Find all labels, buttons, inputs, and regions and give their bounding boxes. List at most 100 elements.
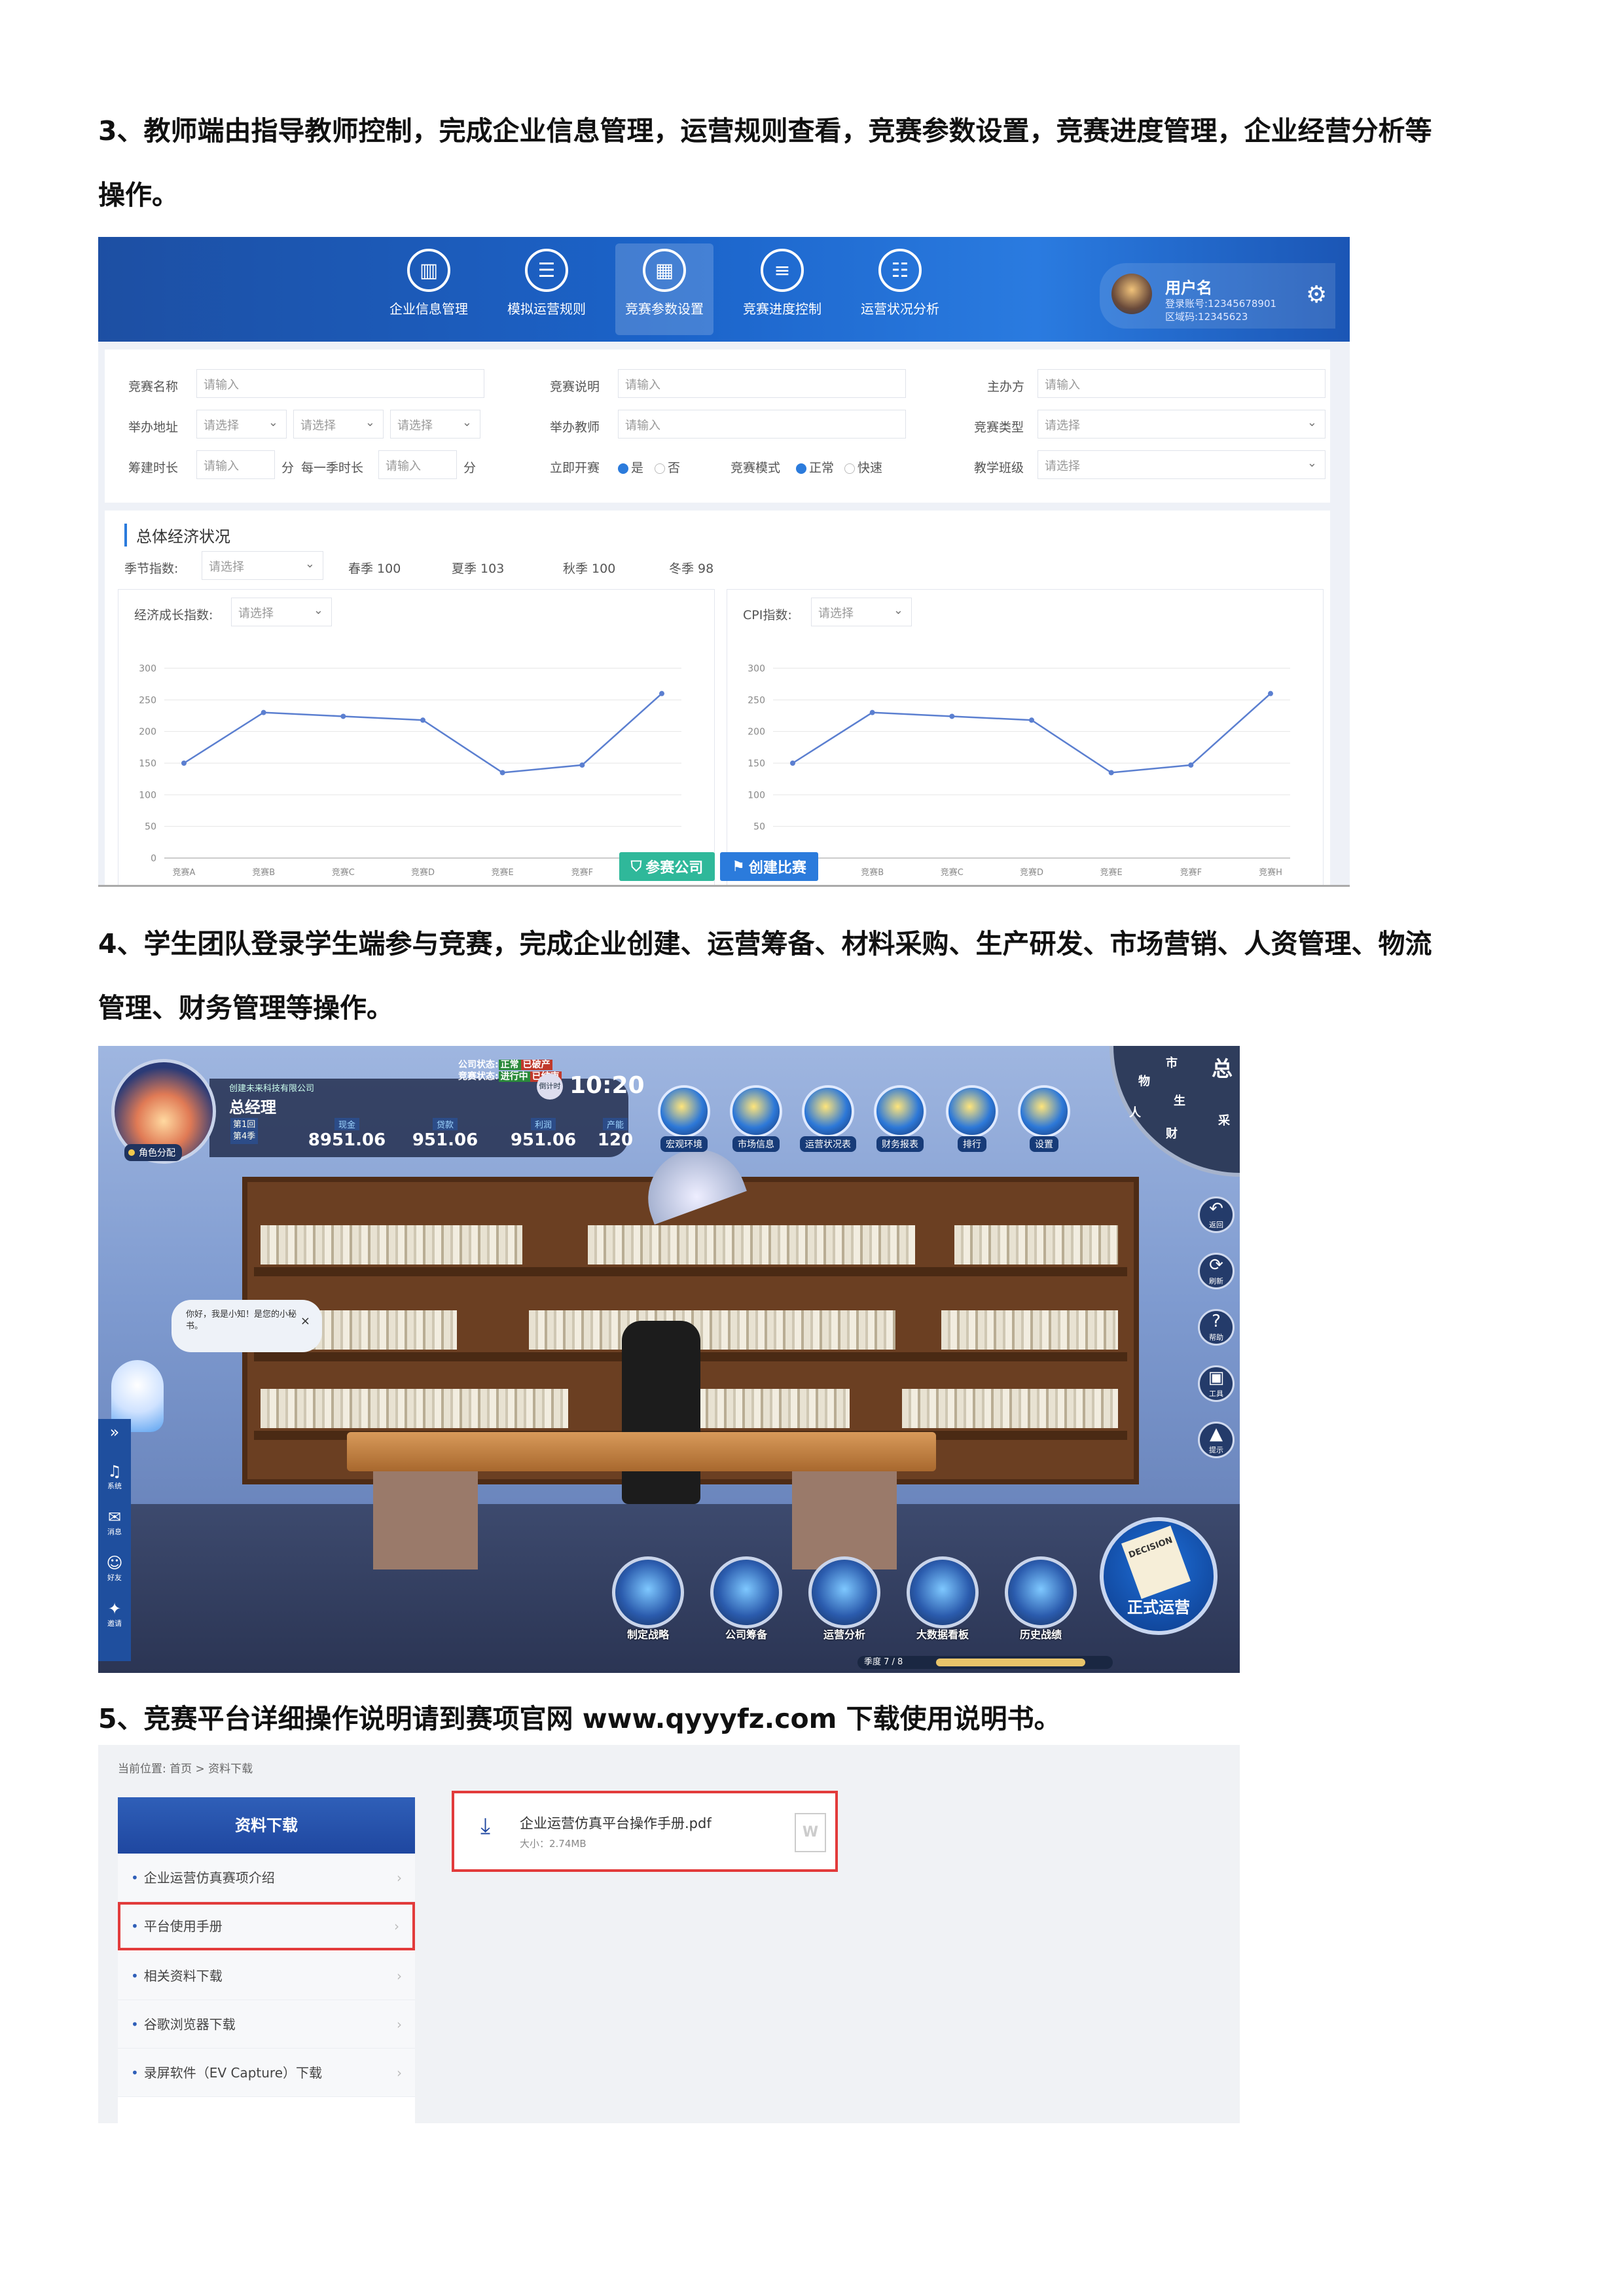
help-button[interactable]: ? 帮助 [1198,1309,1235,1346]
field-label: 筹建时长 [128,461,179,475]
class-select[interactable]: 请选择 ⌄ [1038,450,1326,479]
mode-fast-radio[interactable]: 快速 [844,458,882,476]
paragraph-3-line1: 3、教师端由指导教师控制，完成企业信息管理，运营规则查看，竞赛参数设置，竞赛进度… [98,115,1432,147]
dial-logistics[interactable]: 物 [1138,1072,1150,1089]
teacher-input[interactable]: 请输入 [618,410,906,439]
cpi-index-select[interactable]: 请选择 ⌄ [811,598,912,626]
stat-cash: 现金 8951.06 [308,1118,386,1150]
globe-icon [658,1085,710,1138]
ranking-button[interactable]: 排行 [936,1085,1008,1152]
market-info-button[interactable]: 市场信息 [720,1085,792,1152]
growth-panel: 经济成长指数: 请选择 ⌄ 0 50 100 150 200 250 300 竞赛A 竞赛B 竞赛C… [118,589,715,885]
competition-name-input[interactable]: 请输入 [196,369,484,398]
start-yes-radio[interactable]: 是 [618,458,643,476]
dial-market[interactable]: 市 [1166,1054,1178,1071]
back-button[interactable]: ↶ 返回 [1198,1196,1235,1233]
operation-report-button[interactable]: 运营状况表 [792,1085,864,1152]
download-sidebar: 资料下载 • 企业运营仿真赛项介绍 › • 平台使用手册 › • 相关资料下载 › • 谷歌浏… [118,1797,415,2123]
operation-analysis-button[interactable]: 运营分析 [805,1556,884,1641]
bigdata-board-button[interactable]: 大数据看板 [903,1556,982,1641]
message-button[interactable]: ✉ 消息 [98,1508,131,1537]
bell-icon: ♫ [107,1462,122,1480]
history-button[interactable]: 历史战绩 [1001,1556,1080,1641]
cpi-panel: CPI指数: 请选择⌄ 050100150200250300竞赛A竞赛B竞赛C竞… [727,589,1324,885]
finance-report-button[interactable]: 财务报表 [864,1085,936,1152]
invite-icon: ✦ [107,1600,122,1618]
unit-label: 分 [281,461,295,475]
settings-button[interactable]: 设置 [1008,1085,1080,1152]
dial-purchase[interactable]: 采 [1218,1111,1230,1128]
nav-params[interactable]: ▦ 竞赛参数设置 [615,243,713,335]
warning-icon: ▲ [1210,1424,1223,1444]
sidebar-item-recorder[interactable]: • 录屏软件（EV Capture）下载 › [118,2049,415,2097]
dial-finance[interactable]: 财 [1166,1124,1178,1141]
season-duration-input[interactable]: 请输入 [378,450,457,479]
word-file-icon: W [795,1813,826,1852]
field-label: 竞赛说明 [550,380,600,394]
nav-analysis[interactable]: ☷ 运营状况分析 [851,243,949,335]
macro-env-button[interactable]: 宏观环境 [648,1085,720,1152]
y-tick-label: 300 [139,664,156,674]
growth-index-select[interactable]: 请选择 ⌄ [231,598,332,626]
competition-type-select[interactable]: 请选择 ⌄ [1038,410,1326,439]
file-card[interactable]: ⤓ 企业运营仿真平台操作手册.pdf 大小：2.74MB W [452,1791,838,1872]
stat-capacity: 产能 120 [589,1118,641,1150]
gear-icon[interactable]: ⚙ [1306,281,1327,308]
office-chair [622,1321,700,1504]
close-icon[interactable]: × [300,1316,310,1327]
x-tick-label: 竞赛H [1259,867,1282,878]
company-prep-button[interactable]: 公司筹备 [707,1556,785,1641]
dial-general[interactable]: 总 [1212,1052,1233,1083]
start-operation-button[interactable]: DECISION 正式运营 [1100,1517,1218,1635]
sidebar-item-chrome[interactable]: • 谷歌浏览器下载 › [118,2000,415,2049]
hint-button[interactable]: ▲ 提示 [1198,1422,1235,1458]
chevron-down-icon: ⌄ [1307,416,1317,429]
chevron-down-icon: ⌄ [304,557,315,571]
dial-hr[interactable]: 人 [1129,1103,1141,1121]
address-city-select[interactable]: 请选择 ⌄ [293,410,384,439]
address-district-select[interactable]: 请选择 ⌄ [390,410,480,439]
host-input[interactable]: 请输入 [1038,369,1326,398]
friends-icon: ☺ [106,1554,123,1572]
expand-button[interactable]: » [98,1423,131,1441]
field-label: 竞赛模式 [731,461,781,475]
field-label: CPI指数: [743,608,792,622]
nav-progress[interactable]: ≡ 竞赛进度控制 [733,243,831,335]
data-point [790,761,795,766]
user-panel[interactable]: 用户名 登录账号:12345678901 区域码:12345623 [1100,263,1335,329]
mode-normal-radio[interactable]: 正常 [796,458,834,476]
download-icon[interactable]: ⤓ [480,1813,490,1839]
file-size: 大小：2.74MB [520,1838,586,1850]
setup-duration-input[interactable]: 请输入 [196,450,275,479]
nav-rules[interactable]: ☰ 模拟运营规则 [497,243,596,335]
player-hud: 创建未来科技有限公司 总经理 现金 8951.06 贷款 951.06 利润 951.… [111,1059,674,1164]
dial-production[interactable]: 生 [1174,1092,1185,1109]
start-no-radio[interactable]: 否 [655,458,680,476]
tools-button[interactable]: ▣ 工具 [1198,1365,1235,1402]
system-button[interactable]: ♫ 系统 [98,1462,131,1491]
y-tick-label: 250 [139,695,156,706]
competition-desc-input[interactable]: 请输入 [618,369,906,398]
nav-enterprise-info[interactable]: ▥ 企业信息管理 [380,243,478,335]
x-tick-label: 竞赛F [1180,867,1202,878]
sidebar-item-manual[interactable]: • 平台使用手册 › [118,1902,415,1950]
chevron-down-icon: ⌄ [1307,456,1317,470]
friends-button[interactable]: ☺ 好友 [98,1554,131,1583]
field-label: 举办地址 [128,420,179,435]
role-assign-button[interactable]: 角色分配 [124,1144,182,1161]
y-tick-label: 200 [748,727,765,738]
join-company-button[interactable]: ⛉ 参赛公司 [619,852,715,881]
strategy-button[interactable]: 制定战略 [609,1556,687,1641]
data-point [659,691,664,696]
create-competition-button[interactable]: ⚑ 创建比赛 [720,852,818,881]
y-tick-label: 300 [748,664,765,674]
sidebar-item-intro[interactable]: • 企业运营仿真赛项介绍 › [118,1854,415,1902]
competition-form: 竞赛名称 请输入 竞赛说明 请输入 主办方 请输入 举办地址 请选择 ⌄ 请选择 ⌄… [105,350,1330,503]
growth-chart: 050100150200250300竞赛A竞赛B竞赛C竞赛D竞赛E竞赛F竞赛G [139,664,681,878]
refresh-button[interactable]: ⟳ 刷新 [1198,1253,1235,1289]
series-line [183,692,662,774]
invite-button[interactable]: ✦ 邀请 [98,1600,131,1628]
sidebar-item-resources[interactable]: • 相关资料下载 › [118,1952,415,2000]
season-index-select[interactable]: 请选择 ⌄ [202,551,323,580]
address-province-select[interactable]: 请选择 ⌄ [196,410,287,439]
